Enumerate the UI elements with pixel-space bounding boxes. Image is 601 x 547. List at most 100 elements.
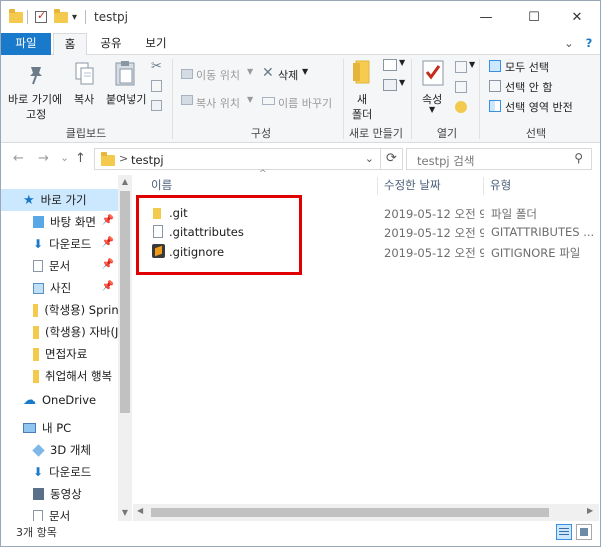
sidebar-item-this-pc[interactable]: 내 PC [1, 417, 118, 439]
column-header-name[interactable]: 이름 [151, 177, 172, 193]
scroll-right-arrow-icon[interactable]: ▶ [587, 506, 593, 515]
group-separator [479, 59, 480, 139]
details-view-button[interactable] [556, 524, 572, 540]
file-type: GITIGNORE 파일 [491, 246, 581, 260]
new-group-label: 새로 만들기 [348, 127, 404, 140]
open-icon[interactable] [455, 61, 467, 73]
new-folder-quick-icon[interactable] [54, 8, 68, 25]
back-button[interactable]: ← [13, 151, 24, 166]
sidebar-item-pictures[interactable]: 사진 📌 [1, 277, 118, 299]
scroll-down-arrow-icon[interactable]: ▼ [118, 508, 132, 517]
pin-icon [30, 67, 42, 85]
easy-access-icon[interactable] [383, 79, 397, 91]
move-to-label: 이동 위치 [196, 69, 240, 82]
paste-label: 붙여넣기 [106, 93, 147, 106]
invert-selection-icon [489, 100, 501, 112]
minimize-button[interactable]: — [463, 1, 509, 33]
address-bar[interactable]: > testpj ⌄ [94, 148, 381, 170]
help-button[interactable]: ? [581, 33, 597, 55]
sidebar-item-folder[interactable]: 면접자료 [1, 343, 118, 365]
folder-icon [33, 325, 39, 339]
separator [27, 9, 28, 25]
sidebar-item-downloads[interactable]: ⬇ 다운로드 [1, 461, 118, 483]
sidebar-item-documents[interactable]: 문서 [1, 505, 118, 521]
clipboard-group-label: 클립보드 [65, 127, 107, 140]
sidebar-item-desktop[interactable]: 바탕 화면 📌 [1, 211, 118, 233]
sidebar-item-folder[interactable]: (학생용) Spring [1, 299, 118, 321]
sidebar-item-label: (학생용) Spring [44, 303, 118, 317]
search-input[interactable]: testpj 검색 ⚲ [406, 148, 592, 170]
sidebar-item-folder[interactable]: (학생용) 자바(J [1, 321, 118, 343]
tab-file[interactable]: 파일 [1, 33, 51, 55]
folder-icon [33, 303, 39, 317]
file-date: 2019-05-12 오전 9... [384, 207, 484, 221]
document-icon [33, 510, 43, 521]
new-item-icon[interactable] [383, 59, 397, 71]
item-count: 3개 항목 [16, 526, 57, 539]
paste-shortcut-icon[interactable] [151, 100, 162, 111]
tab-view[interactable]: 보기 [138, 33, 174, 55]
ribbon-tabs: 파일 홈 공유 보기 ⌄ ? [1, 33, 600, 56]
invert-selection-label: 선택 영역 반전 [505, 101, 573, 114]
column-header-date[interactable]: 수정한 날짜 [384, 177, 441, 193]
sidebar-item-downloads[interactable]: ⬇ 다운로드 📌 [1, 233, 118, 255]
up-button[interactable]: ↑ [75, 151, 86, 166]
rename-label: 이름 바꾸기 [278, 97, 333, 110]
sidebar-item-label: 다운로드 [49, 465, 92, 479]
delete-icon: ✕ [262, 65, 274, 81]
scroll-up-arrow-icon[interactable]: ▲ [118, 177, 132, 186]
pin-label-line1: 바로 가기에 [8, 93, 63, 106]
pin-icon: 📌 [101, 237, 114, 248]
cut-icon[interactable]: ✂ [151, 59, 162, 74]
scroll-left-arrow-icon[interactable]: ◀ [137, 506, 143, 515]
sidebar-item-label: (학생용) 자바(J [44, 325, 118, 339]
folder-icon [33, 347, 39, 361]
edit-icon[interactable] [455, 81, 467, 93]
video-icon [33, 488, 44, 500]
select-all-icon [489, 60, 501, 72]
chevron-down-icon: ▼ [399, 58, 406, 67]
copy-path-icon[interactable] [151, 80, 162, 92]
recent-locations-button[interactable]: ⌄ [60, 151, 69, 164]
history-icon[interactable] [455, 101, 467, 113]
window-title: testpj [94, 10, 128, 24]
sidebar-item-3d-objects[interactable]: 3D 개체 [1, 439, 118, 461]
download-icon: ⬇ [33, 237, 44, 251]
move-to-icon [181, 69, 193, 79]
chevron-down-icon[interactable]: ⌄ [365, 152, 374, 165]
pin-label-line2: 고정 [26, 108, 47, 121]
large-icons-view-button[interactable] [576, 524, 592, 540]
sidebar-item-folder[interactable]: 취업해서 행복 [1, 365, 118, 387]
tab-share[interactable]: 공유 [93, 33, 129, 55]
sidebar-item-label: OneDrive [42, 393, 97, 407]
sidebar-item-quick-access[interactable]: ★ 바로 가기 [1, 189, 118, 211]
refresh-button[interactable]: ⟳ [381, 148, 403, 170]
sidebar-item-onedrive[interactable]: ☁ OneDrive [1, 389, 118, 411]
horizontal-scrollbar-thumb[interactable] [151, 508, 549, 517]
ribbon-collapse-button[interactable]: ⌄ [561, 33, 577, 55]
navigation-bar: ← → ⌄ ↑ > testpj ⌄ ⟳ testpj 검색 ⚲ [1, 143, 600, 173]
sidebar-scrollbar-thumb[interactable] [120, 191, 130, 413]
maximize-button[interactable]: ☐ [511, 1, 557, 33]
properties-quick-icon[interactable] [35, 9, 47, 25]
quick-access-dropdown[interactable]: ▾ [72, 9, 77, 25]
pin-icon: 📌 [101, 215, 114, 226]
column-separator[interactable] [483, 177, 484, 195]
forward-button[interactable]: → [38, 151, 49, 166]
close-button[interactable]: ✕ [554, 1, 600, 33]
column-header-type[interactable]: 유형 [490, 177, 511, 193]
group-separator [411, 59, 412, 139]
file-date: 2019-05-12 오전 9... [384, 246, 484, 260]
pin-icon: 📌 [101, 259, 114, 270]
sidebar-item-documents[interactable]: 문서 📌 [1, 255, 118, 277]
sidebar-item-label: 내 PC [42, 421, 72, 435]
sort-indicator: ^ [259, 169, 267, 179]
new-folder-label-2: 폴더 [352, 108, 373, 121]
breadcrumb-current[interactable]: testpj [131, 153, 164, 167]
pc-icon [23, 423, 36, 433]
tab-home[interactable]: 홈 [53, 33, 87, 56]
select-none-label: 선택 안 함 [505, 81, 553, 94]
sidebar-item-label: 문서 [49, 509, 71, 521]
sidebar-item-videos[interactable]: 동영상 [1, 483, 118, 505]
column-separator[interactable] [377, 177, 378, 195]
